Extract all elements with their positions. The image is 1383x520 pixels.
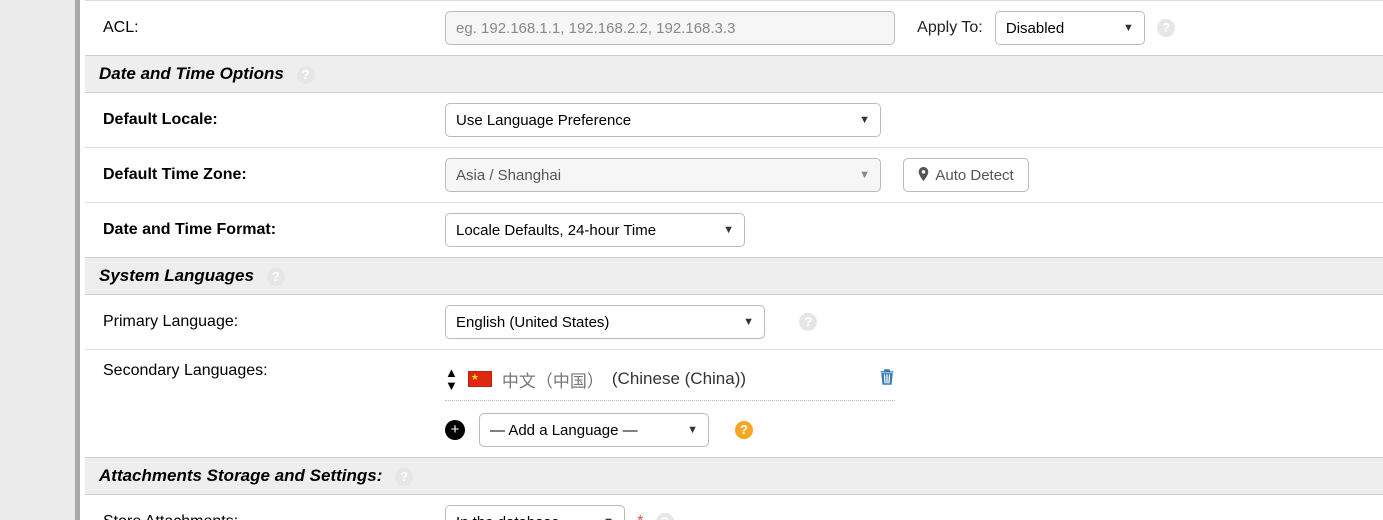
help-icon[interactable]: ? bbox=[656, 513, 674, 520]
apply-to-select[interactable]: Disabled ▼ bbox=[995, 11, 1145, 45]
default-timezone-label: Default Time Zone: bbox=[85, 148, 445, 203]
row-default-timezone: Default Time Zone: Asia / Shanghai ▼ Aut… bbox=[85, 148, 1383, 203]
sort-handle-icon[interactable]: ▲▼ bbox=[445, 366, 458, 392]
help-icon[interactable]: ? bbox=[799, 313, 817, 331]
help-icon[interactable]: ? bbox=[297, 66, 315, 84]
auto-detect-button[interactable]: Auto Detect bbox=[903, 158, 1028, 192]
delete-language-button[interactable] bbox=[879, 368, 895, 391]
datetime-format-value: Locale Defaults, 24-hour Time bbox=[456, 222, 656, 239]
location-pin-icon bbox=[918, 167, 929, 184]
row-acl: ACL: Apply To: Disabled ▼ ? bbox=[85, 1, 1383, 56]
datetime-format-select[interactable]: Locale Defaults, 24-hour Time ▼ bbox=[445, 213, 745, 247]
chevron-down-icon: ▼ bbox=[859, 169, 870, 181]
primary-language-label: Primary Language: bbox=[85, 295, 445, 350]
required-indicator: * bbox=[637, 513, 643, 520]
acl-label: ACL: bbox=[85, 1, 445, 56]
row-secondary-languages: Secondary Languages: ▲▼ 中文（中国） (Chinese … bbox=[85, 350, 1383, 458]
store-attachments-value: In the database bbox=[456, 514, 559, 520]
add-language-select[interactable]: — Add a Language — ▼ bbox=[479, 413, 709, 447]
apply-to-label: Apply To: bbox=[917, 19, 983, 36]
row-store-attachments: Store Attachments: In the database ▼ * ? bbox=[85, 495, 1383, 520]
add-language-placeholder: — Add a Language — bbox=[490, 422, 638, 439]
chevron-down-icon: ▼ bbox=[723, 224, 734, 236]
default-locale-select[interactable]: Use Language Preference ▼ bbox=[445, 103, 881, 137]
left-gutter bbox=[0, 0, 80, 520]
section-datetime-title: Date and Time Options bbox=[99, 64, 284, 83]
help-icon[interactable]: ? bbox=[735, 421, 753, 439]
store-attachments-select[interactable]: In the database ▼ bbox=[445, 505, 625, 520]
default-timezone-value: Asia / Shanghai bbox=[456, 167, 561, 184]
add-language-row: + — Add a Language — ▼ ? bbox=[445, 413, 1373, 447]
help-icon[interactable]: ? bbox=[395, 468, 413, 486]
acl-input[interactable] bbox=[445, 11, 895, 45]
chevron-down-icon: ▼ bbox=[687, 424, 698, 436]
secondary-language-item: ▲▼ 中文（中国） (Chinese (China)) bbox=[445, 362, 895, 401]
store-attachments-label: Store Attachments: bbox=[85, 495, 445, 520]
apply-to-select-value: Disabled bbox=[1006, 20, 1064, 37]
default-locale-value: Use Language Preference bbox=[456, 112, 631, 129]
datetime-format-label: Date and Time Format: bbox=[85, 203, 445, 258]
help-icon[interactable]: ? bbox=[1157, 19, 1175, 37]
secondary-languages-label: Secondary Languages: bbox=[85, 350, 445, 458]
chevron-down-icon: ▼ bbox=[603, 516, 614, 520]
default-locale-label: Default Locale: bbox=[85, 93, 445, 148]
row-primary-language: Primary Language: English (United States… bbox=[85, 295, 1383, 350]
auto-detect-label: Auto Detect bbox=[935, 167, 1013, 184]
section-datetime: Date and Time Options ? bbox=[85, 56, 1383, 93]
section-attachments-title: Attachments Storage and Settings: bbox=[99, 466, 382, 485]
settings-form: ACL: Apply To: Disabled ▼ ? Date and Tim… bbox=[85, 0, 1383, 520]
section-languages: System Languages ? bbox=[85, 258, 1383, 295]
row-datetime-format: Date and Time Format: Locale Defaults, 2… bbox=[85, 203, 1383, 258]
row-default-locale: Default Locale: Use Language Preference … bbox=[85, 93, 1383, 148]
primary-language-value: English (United States) bbox=[456, 314, 609, 331]
add-language-button[interactable]: + bbox=[445, 420, 465, 440]
help-icon[interactable]: ? bbox=[267, 268, 285, 286]
secondary-language-native: 中文（中国） bbox=[502, 367, 604, 392]
flag-cn-icon bbox=[468, 371, 492, 387]
default-timezone-select[interactable]: Asia / Shanghai ▼ bbox=[445, 158, 881, 192]
chevron-down-icon: ▼ bbox=[859, 114, 870, 126]
secondary-language-english: (Chinese (China)) bbox=[612, 369, 746, 389]
chevron-down-icon: ▼ bbox=[1123, 22, 1134, 34]
primary-language-select[interactable]: English (United States) ▼ bbox=[445, 305, 765, 339]
section-attachments: Attachments Storage and Settings: ? bbox=[85, 458, 1383, 495]
chevron-down-icon: ▼ bbox=[743, 316, 754, 328]
section-languages-title: System Languages bbox=[99, 266, 254, 285]
